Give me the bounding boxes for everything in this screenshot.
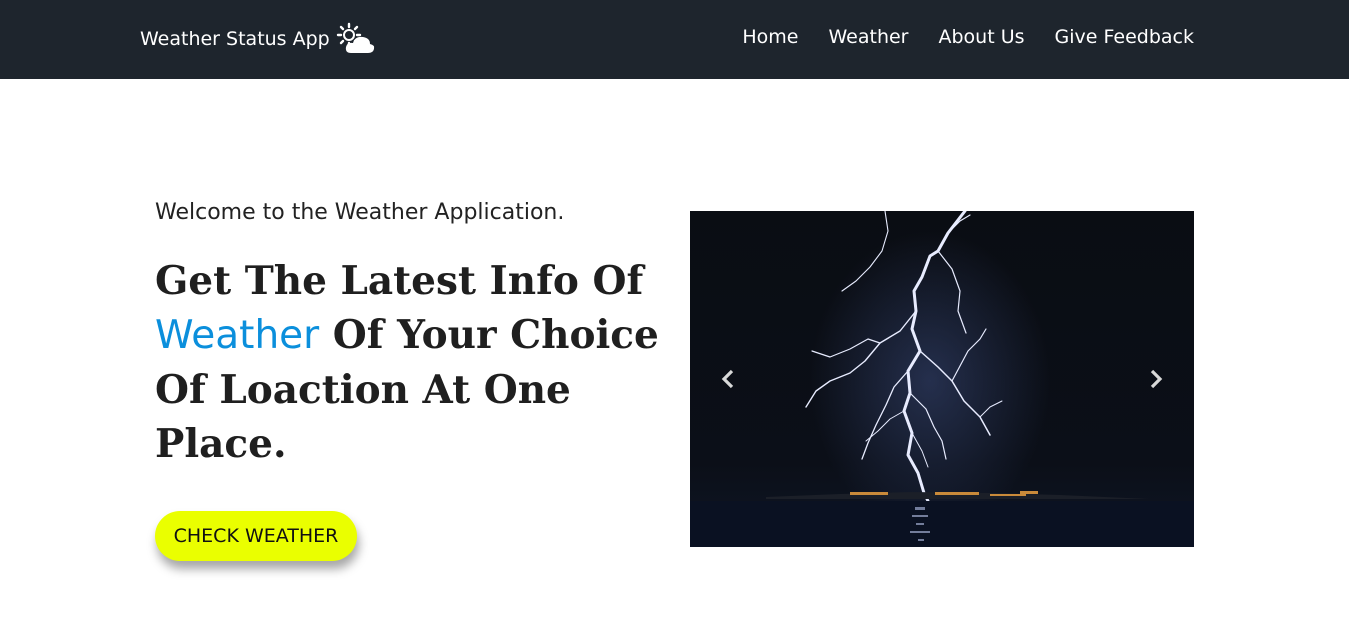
nav-links: Home Weather About Us Give Feedback	[742, 26, 1194, 48]
brand-link[interactable]: Weather Status App	[140, 22, 376, 56]
nav-link-about-us[interactable]: About Us	[939, 26, 1025, 48]
navbar: Weather Status App Home Weather About Us…	[0, 0, 1349, 79]
nav-link-give-feedback[interactable]: Give Feedback	[1055, 26, 1194, 48]
chevron-right-icon	[1150, 369, 1163, 389]
nav-link-home[interactable]: Home	[742, 26, 798, 48]
hero-headline: Get The Latest Info Of Weather Of Your C…	[155, 254, 675, 471]
brand-label: Weather Status App	[140, 28, 330, 50]
nav-link-weather[interactable]: Weather	[829, 26, 909, 48]
sun-cloud-icon	[336, 22, 376, 56]
check-weather-button[interactable]: CHECK WEATHER	[155, 511, 357, 561]
headline-accent: Weather	[155, 313, 320, 358]
welcome-text: Welcome to the Weather Application.	[155, 200, 565, 225]
headline-part1: Get The Latest Info Of	[155, 258, 644, 304]
carousel-prev-button[interactable]	[708, 361, 748, 397]
lightning-slide-image	[690, 211, 1194, 547]
image-carousel	[690, 211, 1194, 547]
chevron-left-icon	[721, 369, 734, 389]
carousel-next-button[interactable]	[1136, 361, 1176, 397]
